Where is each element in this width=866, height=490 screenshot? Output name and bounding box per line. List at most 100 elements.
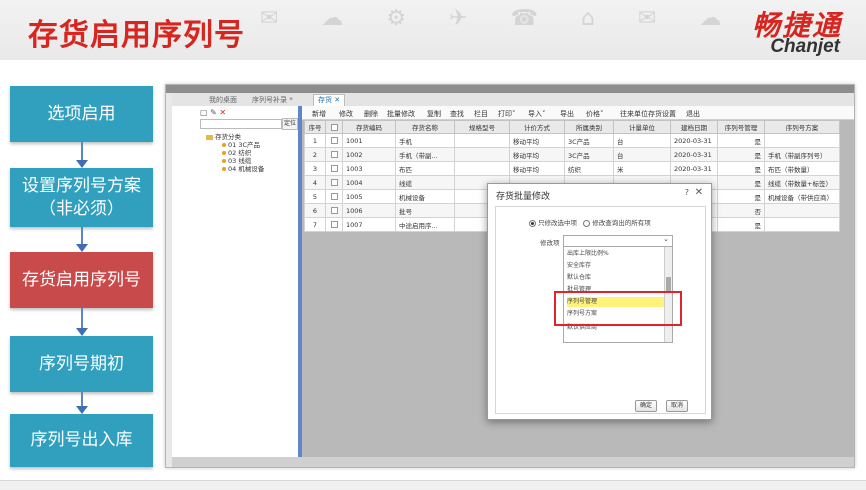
toolbar-add-button[interactable]: 新增 xyxy=(312,109,326,119)
cell-costing: 移动平均 xyxy=(509,161,565,176)
scope-radio-group: 只修改选中项 修改查询出的所有项 xyxy=(529,217,651,227)
tree-toolbar: ▢ ✎ ✕ xyxy=(200,108,226,117)
close-icon[interactable]: ✕ xyxy=(695,187,703,198)
toolbar-batch-edit-button[interactable]: 批量修改 xyxy=(387,109,415,119)
header-band: ✉ ☁ ⚙ ✈ ☎ ⌂ ✉ ☁ ✂ ☎ 存货启用序列号 畅捷通 Chanjet xyxy=(0,0,866,60)
cell-select[interactable] xyxy=(325,133,343,148)
tree-node[interactable]: 04 机械设备 xyxy=(222,163,264,173)
cell-costing: 移动平均 xyxy=(509,147,565,162)
col-header-serial-scheme[interactable]: 序列号方案 xyxy=(764,120,840,134)
toolbar-find-button[interactable]: 查找 xyxy=(450,109,464,119)
help-icon[interactable]: ? xyxy=(685,188,689,197)
cell-date: 2020-03-31 xyxy=(670,133,718,148)
step-serial-inout: 序列号出入库 xyxy=(10,414,153,467)
slide: ✉ ☁ ⚙ ✈ ☎ ⌂ ✉ ☁ ✂ ☎ 存货启用序列号 畅捷通 Chanjet … xyxy=(0,0,866,490)
step-arrow xyxy=(76,142,88,168)
cell-select[interactable] xyxy=(325,175,343,190)
cell-select[interactable] xyxy=(325,203,343,218)
ok-button[interactable]: 确定 xyxy=(635,400,658,412)
col-header-index[interactable]: 序号 xyxy=(304,120,326,134)
cell-select[interactable] xyxy=(325,189,343,204)
edit-icon[interactable]: ✎ xyxy=(210,108,217,117)
slide-title: 存货启用序列号 xyxy=(28,18,245,53)
new-file-icon[interactable]: ▢ xyxy=(200,108,208,117)
cell-spec xyxy=(454,161,510,176)
cell-select[interactable] xyxy=(325,217,343,232)
cell-date: 2020-03-31 xyxy=(670,147,718,162)
col-header-select[interactable] xyxy=(325,120,343,134)
row-checkbox[interactable] xyxy=(330,165,338,172)
step-arrow xyxy=(76,227,88,252)
step-option-enable: 选项启用 xyxy=(10,86,153,142)
row-checkbox[interactable] xyxy=(330,137,338,144)
toolbar-edit-button[interactable]: 修改 xyxy=(339,109,353,119)
dialog-title: 存货批量修改 xyxy=(496,192,551,202)
cell-serial-managed: 是 xyxy=(717,217,765,232)
radio-all-queried[interactable]: 修改查询出的所有项 xyxy=(583,219,651,227)
col-header-date[interactable]: 建档日期 xyxy=(670,120,718,134)
row-checkbox[interactable] xyxy=(330,221,338,228)
cell-index: 2 xyxy=(304,147,326,162)
col-header-code[interactable]: 存货编码 xyxy=(342,120,396,134)
cell-name: 线缆 xyxy=(395,175,455,190)
step-arrow xyxy=(76,308,88,336)
cell-serial-managed: 是 xyxy=(717,175,765,190)
cell-code: 1006 xyxy=(342,203,396,218)
col-header-spec[interactable]: 规格型号 xyxy=(454,120,510,134)
row-checkbox[interactable] xyxy=(330,151,338,158)
brand-logo-en: Chanjet xyxy=(770,36,840,57)
toolbar-copy-button[interactable]: 复制 xyxy=(427,109,441,119)
cell-serial-scheme xyxy=(764,133,840,148)
tab-inventory[interactable]: 存货 ✕ xyxy=(313,94,346,106)
toolbar-export-button[interactable]: 导出 xyxy=(560,109,574,119)
cell-name: 手机（带副... xyxy=(395,147,455,162)
cell-serial-scheme xyxy=(764,203,840,218)
cell-name: 中途启用序... xyxy=(395,217,455,232)
select-all-checkbox[interactable] xyxy=(330,123,338,131)
col-header-serial-managed[interactable]: 序列号管理 xyxy=(717,120,765,134)
table-row[interactable]: 2 1002 手机（带副... 移动平均 3C产品 台 2020-03-31 是… xyxy=(304,147,840,162)
cell-category: 3C产品 xyxy=(564,147,614,162)
radio-selected-only[interactable]: 只修改选中项 xyxy=(529,219,577,227)
table-row[interactable]: 3 1003 布匹 移动平均 纺织 米 2020-03-31 是 布匹（带数量） xyxy=(304,161,840,176)
tree-locate-button[interactable]: 定位 xyxy=(282,118,298,130)
toolbar-print-button[interactable]: 打印˅ xyxy=(498,109,516,119)
toolbar-exit-button[interactable]: 退出 xyxy=(686,109,700,119)
col-header-costing[interactable]: 计价方式 xyxy=(509,120,565,134)
tab-my-desktop[interactable]: 我的桌面 xyxy=(209,95,237,105)
toolbar-import-button[interactable]: 导入˅ xyxy=(528,109,546,119)
row-checkbox[interactable] xyxy=(330,207,338,214)
header-decoration: ✉ ☁ ⚙ ✈ ☎ ⌂ ✉ ☁ ✂ ☎ xyxy=(260,6,730,31)
category-tree: ▢ ✎ ✕ 定位 存货分类 01 3C产品 02 纺织 03 线缆 04 机械设… xyxy=(172,106,299,467)
step-serial-scheme: 设置序列号方案（非必须） xyxy=(10,168,153,227)
cell-index: 7 xyxy=(304,217,326,232)
app-title-strip xyxy=(166,85,854,93)
option-default-warehouse[interactable]: 默认仓库 xyxy=(567,273,664,283)
toolbar-price-button[interactable]: 价格˅ xyxy=(586,109,604,119)
toolbar-partner-stock-button[interactable]: 往来单位存货设置 xyxy=(620,109,676,119)
option-safety-stock[interactable]: 安全库存 xyxy=(567,261,664,271)
cell-unit: 台 xyxy=(613,133,671,148)
cell-serial-managed: 是 xyxy=(717,147,765,162)
row-checkbox[interactable] xyxy=(330,193,338,200)
cell-serial-managed: 是 xyxy=(717,161,765,176)
cancel-button[interactable]: 取消 xyxy=(666,400,689,412)
cell-serial-managed: 是 xyxy=(717,133,765,148)
cell-category: 3C产品 xyxy=(564,133,614,148)
cell-select[interactable] xyxy=(325,147,343,162)
delete-icon[interactable]: ✕ xyxy=(219,108,226,117)
tree-search-input[interactable] xyxy=(200,119,282,129)
option-outbound-limit[interactable]: 出库上限比例% xyxy=(567,249,664,259)
cell-select[interactable] xyxy=(325,161,343,176)
toolbar-delete-button[interactable]: 删除 xyxy=(364,109,378,119)
row-checkbox[interactable] xyxy=(330,179,338,186)
col-header-name[interactable]: 存货名称 xyxy=(395,120,455,134)
tab-serial-supplement[interactable]: 序列号补录 * xyxy=(252,95,293,105)
cell-serial-scheme: 线缆（带数量+标签） xyxy=(764,175,840,190)
col-header-category[interactable]: 所属类别 xyxy=(564,120,614,134)
cell-index: 4 xyxy=(304,175,326,190)
cell-name: 批号 xyxy=(395,203,455,218)
col-header-unit[interactable]: 计量单位 xyxy=(613,120,671,134)
table-row[interactable]: 1 1001 手机 移动平均 3C产品 台 2020-03-31 是 xyxy=(304,133,840,148)
toolbar-columns-button[interactable]: 栏目 xyxy=(474,109,488,119)
